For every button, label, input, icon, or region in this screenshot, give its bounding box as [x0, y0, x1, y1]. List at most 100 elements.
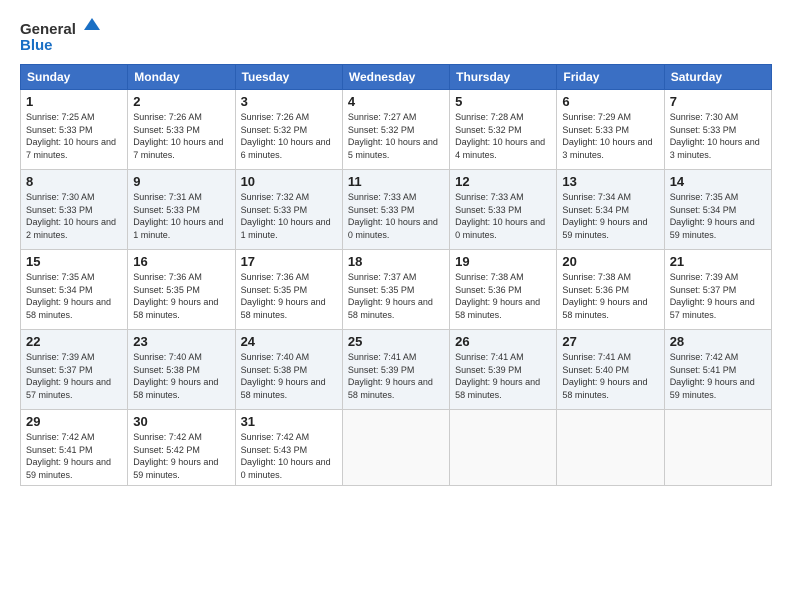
sunset-label: Sunset: 5:33 PM: [670, 125, 737, 135]
sunset-label: Sunset: 5:33 PM: [26, 205, 93, 215]
day-number: 21: [670, 254, 766, 269]
daylight-label: Daylight: 10 hours and 0 minutes.: [241, 457, 331, 480]
calendar-cell: 29 Sunrise: 7:42 AM Sunset: 5:41 PM Dayl…: [21, 410, 128, 486]
day-number: 2: [133, 94, 229, 109]
day-number: 28: [670, 334, 766, 349]
day-number: 15: [26, 254, 122, 269]
calendar-week-row: 22 Sunrise: 7:39 AM Sunset: 5:37 PM Dayl…: [21, 330, 772, 410]
weekday-header-row: SundayMondayTuesdayWednesdayThursdayFrid…: [21, 65, 772, 90]
sunrise-label: Sunrise: 7:31 AM: [133, 192, 202, 202]
day-number: 24: [241, 334, 337, 349]
calendar-cell: 24 Sunrise: 7:40 AM Sunset: 5:38 PM Dayl…: [235, 330, 342, 410]
sunset-label: Sunset: 5:35 PM: [348, 285, 415, 295]
sunset-label: Sunset: 5:33 PM: [26, 125, 93, 135]
sunrise-label: Sunrise: 7:32 AM: [241, 192, 310, 202]
sunset-label: Sunset: 5:32 PM: [455, 125, 522, 135]
sunrise-label: Sunrise: 7:29 AM: [562, 112, 631, 122]
daylight-label: Daylight: 10 hours and 3 minutes.: [562, 137, 652, 160]
day-info: Sunrise: 7:30 AM Sunset: 5:33 PM Dayligh…: [670, 111, 766, 161]
sunset-label: Sunset: 5:37 PM: [26, 365, 93, 375]
day-info: Sunrise: 7:36 AM Sunset: 5:35 PM Dayligh…: [241, 271, 337, 321]
day-info: Sunrise: 7:38 AM Sunset: 5:36 PM Dayligh…: [562, 271, 658, 321]
sunrise-label: Sunrise: 7:35 AM: [26, 272, 95, 282]
sunrise-label: Sunrise: 7:41 AM: [562, 352, 631, 362]
sunrise-label: Sunrise: 7:33 AM: [348, 192, 417, 202]
calendar-cell: 21 Sunrise: 7:39 AM Sunset: 5:37 PM Dayl…: [664, 250, 771, 330]
day-number: 14: [670, 174, 766, 189]
sunset-label: Sunset: 5:43 PM: [241, 445, 308, 455]
daylight-label: Daylight: 10 hours and 5 minutes.: [348, 137, 438, 160]
weekday-header: Saturday: [664, 65, 771, 90]
sunset-label: Sunset: 5:33 PM: [562, 125, 629, 135]
calendar-week-row: 8 Sunrise: 7:30 AM Sunset: 5:33 PM Dayli…: [21, 170, 772, 250]
calendar-cell: 5 Sunrise: 7:28 AM Sunset: 5:32 PM Dayli…: [450, 90, 557, 170]
day-info: Sunrise: 7:39 AM Sunset: 5:37 PM Dayligh…: [26, 351, 122, 401]
day-number: 13: [562, 174, 658, 189]
daylight-label: Daylight: 9 hours and 59 minutes.: [562, 217, 647, 240]
day-number: 9: [133, 174, 229, 189]
day-info: Sunrise: 7:33 AM Sunset: 5:33 PM Dayligh…: [455, 191, 551, 241]
calendar-cell: 9 Sunrise: 7:31 AM Sunset: 5:33 PM Dayli…: [128, 170, 235, 250]
sunset-label: Sunset: 5:38 PM: [133, 365, 200, 375]
calendar-cell: 2 Sunrise: 7:26 AM Sunset: 5:33 PM Dayli…: [128, 90, 235, 170]
sunset-label: Sunset: 5:36 PM: [455, 285, 522, 295]
daylight-label: Daylight: 9 hours and 58 minutes.: [348, 297, 433, 320]
calendar-cell: 7 Sunrise: 7:30 AM Sunset: 5:33 PM Dayli…: [664, 90, 771, 170]
sunset-label: Sunset: 5:33 PM: [348, 205, 415, 215]
sunset-label: Sunset: 5:39 PM: [348, 365, 415, 375]
day-number: 29: [26, 414, 122, 429]
day-number: 27: [562, 334, 658, 349]
day-info: Sunrise: 7:39 AM Sunset: 5:37 PM Dayligh…: [670, 271, 766, 321]
calendar-cell: [664, 410, 771, 486]
day-info: Sunrise: 7:25 AM Sunset: 5:33 PM Dayligh…: [26, 111, 122, 161]
calendar-cell: 12 Sunrise: 7:33 AM Sunset: 5:33 PM Dayl…: [450, 170, 557, 250]
sunrise-label: Sunrise: 7:42 AM: [670, 352, 739, 362]
day-info: Sunrise: 7:27 AM Sunset: 5:32 PM Dayligh…: [348, 111, 444, 161]
day-info: Sunrise: 7:42 AM Sunset: 5:41 PM Dayligh…: [26, 431, 122, 481]
calendar-cell: 11 Sunrise: 7:33 AM Sunset: 5:33 PM Dayl…: [342, 170, 449, 250]
day-number: 7: [670, 94, 766, 109]
daylight-label: Daylight: 9 hours and 58 minutes.: [455, 377, 540, 400]
logo: General Blue: [20, 16, 100, 56]
sunrise-label: Sunrise: 7:27 AM: [348, 112, 417, 122]
sunrise-label: Sunrise: 7:35 AM: [670, 192, 739, 202]
day-number: 11: [348, 174, 444, 189]
daylight-label: Daylight: 10 hours and 1 minute.: [133, 217, 223, 240]
calendar-cell: 13 Sunrise: 7:34 AM Sunset: 5:34 PM Dayl…: [557, 170, 664, 250]
sunrise-label: Sunrise: 7:26 AM: [133, 112, 202, 122]
day-number: 18: [348, 254, 444, 269]
day-info: Sunrise: 7:42 AM Sunset: 5:42 PM Dayligh…: [133, 431, 229, 481]
calendar-cell: 6 Sunrise: 7:29 AM Sunset: 5:33 PM Dayli…: [557, 90, 664, 170]
sunset-label: Sunset: 5:33 PM: [133, 205, 200, 215]
sunrise-label: Sunrise: 7:28 AM: [455, 112, 524, 122]
daylight-label: Daylight: 10 hours and 1 minute.: [241, 217, 331, 240]
day-number: 17: [241, 254, 337, 269]
day-info: Sunrise: 7:41 AM Sunset: 5:39 PM Dayligh…: [455, 351, 551, 401]
sunset-label: Sunset: 5:42 PM: [133, 445, 200, 455]
daylight-label: Daylight: 9 hours and 59 minutes.: [133, 457, 218, 480]
sunset-label: Sunset: 5:34 PM: [670, 205, 737, 215]
daylight-label: Daylight: 9 hours and 58 minutes.: [348, 377, 433, 400]
sunset-label: Sunset: 5:37 PM: [670, 285, 737, 295]
daylight-label: Daylight: 10 hours and 0 minutes.: [455, 217, 545, 240]
day-number: 22: [26, 334, 122, 349]
sunrise-label: Sunrise: 7:41 AM: [348, 352, 417, 362]
sunrise-label: Sunrise: 7:25 AM: [26, 112, 95, 122]
calendar-week-row: 15 Sunrise: 7:35 AM Sunset: 5:34 PM Dayl…: [21, 250, 772, 330]
day-info: Sunrise: 7:41 AM Sunset: 5:40 PM Dayligh…: [562, 351, 658, 401]
day-info: Sunrise: 7:32 AM Sunset: 5:33 PM Dayligh…: [241, 191, 337, 241]
daylight-label: Daylight: 9 hours and 58 minutes.: [455, 297, 540, 320]
day-info: Sunrise: 7:42 AM Sunset: 5:43 PM Dayligh…: [241, 431, 337, 481]
daylight-label: Daylight: 9 hours and 57 minutes.: [26, 377, 111, 400]
calendar-cell: 3 Sunrise: 7:26 AM Sunset: 5:32 PM Dayli…: [235, 90, 342, 170]
sunset-label: Sunset: 5:34 PM: [562, 205, 629, 215]
day-number: 16: [133, 254, 229, 269]
day-info: Sunrise: 7:41 AM Sunset: 5:39 PM Dayligh…: [348, 351, 444, 401]
sunrise-label: Sunrise: 7:37 AM: [348, 272, 417, 282]
calendar-cell: 19 Sunrise: 7:38 AM Sunset: 5:36 PM Dayl…: [450, 250, 557, 330]
calendar-cell: [342, 410, 449, 486]
day-number: 31: [241, 414, 337, 429]
daylight-label: Daylight: 10 hours and 0 minutes.: [348, 217, 438, 240]
daylight-label: Daylight: 10 hours and 2 minutes.: [26, 217, 116, 240]
day-info: Sunrise: 7:42 AM Sunset: 5:41 PM Dayligh…: [670, 351, 766, 401]
